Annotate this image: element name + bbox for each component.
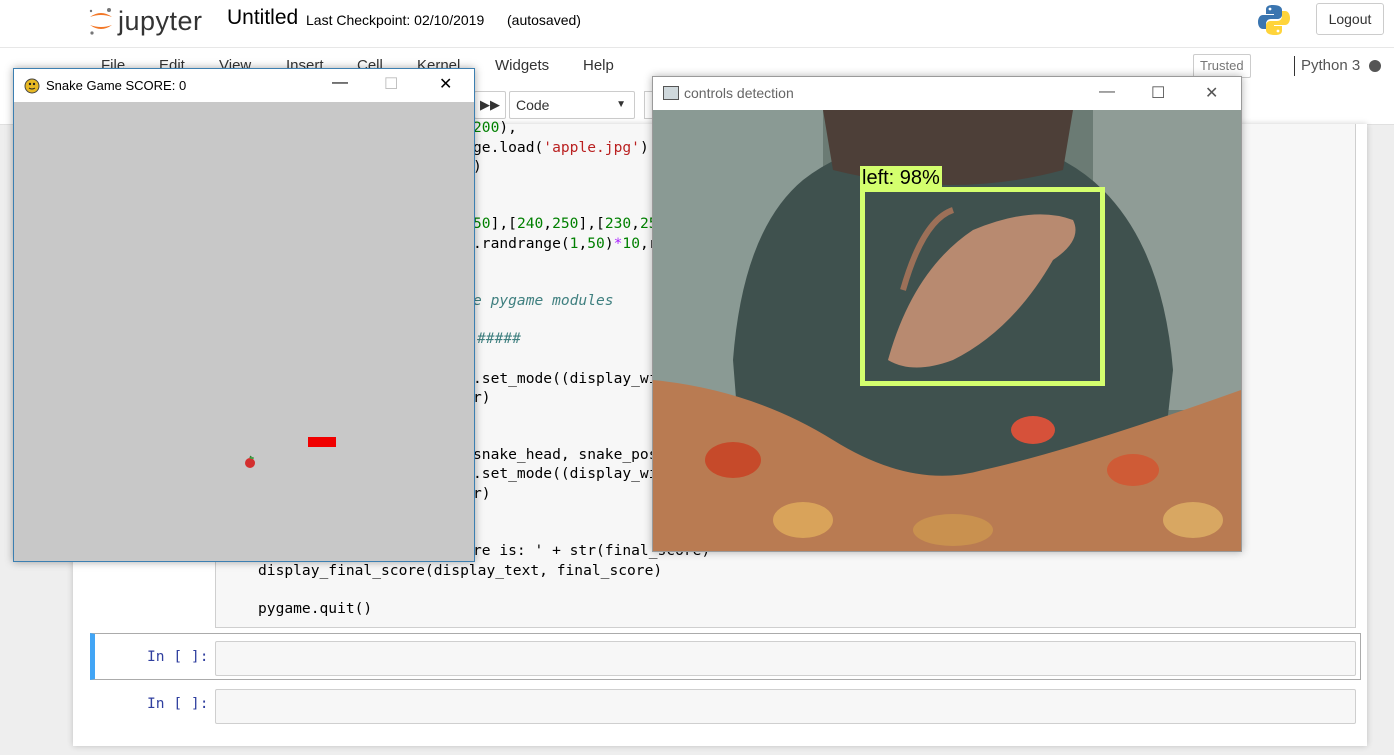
- code-token: ,: [543, 215, 553, 232]
- code-comment: e pygame modules: [473, 292, 614, 309]
- apple-icon: [245, 455, 255, 468]
- cell-prompt: In [ ]:: [147, 648, 209, 665]
- snake-window-titlebar[interactable]: Snake Game SCORE: 0 — ☐ ✕: [14, 69, 474, 102]
- code-line: .set_mode((display_wi: [473, 370, 658, 387]
- maximize-icon[interactable]: ☐: [1151, 83, 1165, 103]
- code-line: e pygame modules: [473, 292, 614, 309]
- code-token: r): [473, 389, 491, 406]
- code-line: ge.load('apple.jpg'): [473, 139, 649, 156]
- last-checkpoint: Last Checkpoint: 02/10/2019: [306, 12, 485, 28]
- detection-label: left: 98%: [860, 166, 942, 190]
- code-token: 10: [622, 235, 640, 252]
- jupyter-logo[interactable]: jupyter: [88, 3, 203, 39]
- jupyter-logo-text: jupyter: [118, 5, 203, 36]
- notebook-name[interactable]: Untitled: [227, 6, 298, 30]
- code-token: 50: [473, 215, 491, 232]
- code-token: .randrange(: [473, 235, 570, 252]
- menu-help[interactable]: Help: [583, 57, 614, 74]
- close-icon[interactable]: ✕: [1205, 83, 1218, 103]
- autosave-status: (autosaved): [507, 12, 581, 28]
- code-line: display_final_score(display_text, final_…: [258, 562, 662, 579]
- game-canvas[interactable]: [14, 102, 474, 561]
- trusted-indicator[interactable]: Trusted: [1193, 54, 1251, 78]
- code-line: snake_head, snake_pos: [473, 446, 658, 463]
- snake-window-title: Snake Game SCORE: 0: [46, 78, 187, 93]
- code-line: r): [473, 389, 491, 406]
- code-line: 50],[240,250],[230,25: [473, 215, 658, 232]
- code-token: 200: [473, 119, 500, 136]
- cell-input[interactable]: [215, 641, 1356, 676]
- snake-body: [308, 437, 336, 447]
- fast-forward-icon: ▶▶: [480, 97, 500, 112]
- code-token: 50: [587, 235, 605, 252]
- menu-widgets[interactable]: Widgets: [495, 57, 549, 74]
- code-token: ,: [578, 235, 588, 252]
- code-token: display_final_score(display_text, final_…: [258, 562, 663, 579]
- webcam-feed: left: 98%: [653, 110, 1241, 551]
- window-app-icon: [663, 86, 679, 100]
- code-token: snake_head, snake_pos: [473, 446, 658, 463]
- code-line: .set_mode((display_wi: [473, 465, 658, 482]
- code-token: ): [639, 139, 649, 156]
- kernel-name: Python 3: [1301, 57, 1361, 74]
- code-line: #####: [477, 330, 521, 347]
- pygame-snake-icon: [24, 78, 40, 94]
- minimize-icon[interactable]: —: [1099, 83, 1115, 101]
- code-token: r): [473, 485, 491, 502]
- kernel-separator: [1294, 56, 1295, 76]
- code-token: ],[: [490, 215, 517, 232]
- code-token: 'apple.jpg': [543, 139, 640, 156]
- code-line: .randrange(1,50)*10,r: [473, 235, 658, 252]
- cell-type-select[interactable]: Code ▼: [509, 91, 635, 119]
- kernel-status-icon: [1369, 60, 1381, 72]
- cell-input[interactable]: [215, 689, 1356, 724]
- maximize-icon: ☐: [384, 76, 399, 93]
- detection-box: [860, 187, 1105, 386]
- python-logo-icon: [1258, 5, 1290, 35]
- minimize-icon[interactable]: —: [332, 74, 348, 92]
- code-line: 200),: [473, 119, 517, 136]
- code-token: 240: [516, 215, 544, 232]
- code-token: 230: [604, 215, 632, 232]
- notebook-header: [0, 0, 1394, 48]
- cell-type-value: Code: [516, 97, 550, 113]
- close-icon[interactable]: ✕: [439, 74, 452, 94]
- cell-prompt: In [ ]:: [147, 695, 209, 712]
- code-token: pygame.quit(): [258, 600, 373, 617]
- code-token: 250: [552, 215, 579, 232]
- code-token: ,: [631, 215, 640, 232]
- jupyter-logo-icon: [89, 8, 112, 35]
- caret-down-icon: ▼: [616, 99, 626, 110]
- code-line: r): [473, 485, 491, 502]
- snake-game-window[interactable]: Snake Game SCORE: 0 — ☐ ✕: [13, 68, 475, 562]
- controls-detection-window[interactable]: controls detection — ☐ ✕ left: 98%: [652, 76, 1242, 552]
- code-token: ],[: [578, 215, 605, 232]
- code-line: pygame.quit(): [258, 600, 372, 617]
- code-token: ),: [499, 119, 517, 136]
- code-comment: #####: [477, 330, 521, 347]
- code-token: ge.load(: [473, 139, 544, 156]
- logout-button[interactable]: Logout: [1316, 3, 1384, 35]
- camera-window-title: controls detection: [684, 85, 794, 101]
- code-token: .set_mode((display_wi: [473, 370, 658, 387]
- code-token: .set_mode((display_wi: [473, 465, 658, 482]
- run-all-button[interactable]: ▶▶: [474, 91, 506, 119]
- code-token: ): [604, 235, 614, 252]
